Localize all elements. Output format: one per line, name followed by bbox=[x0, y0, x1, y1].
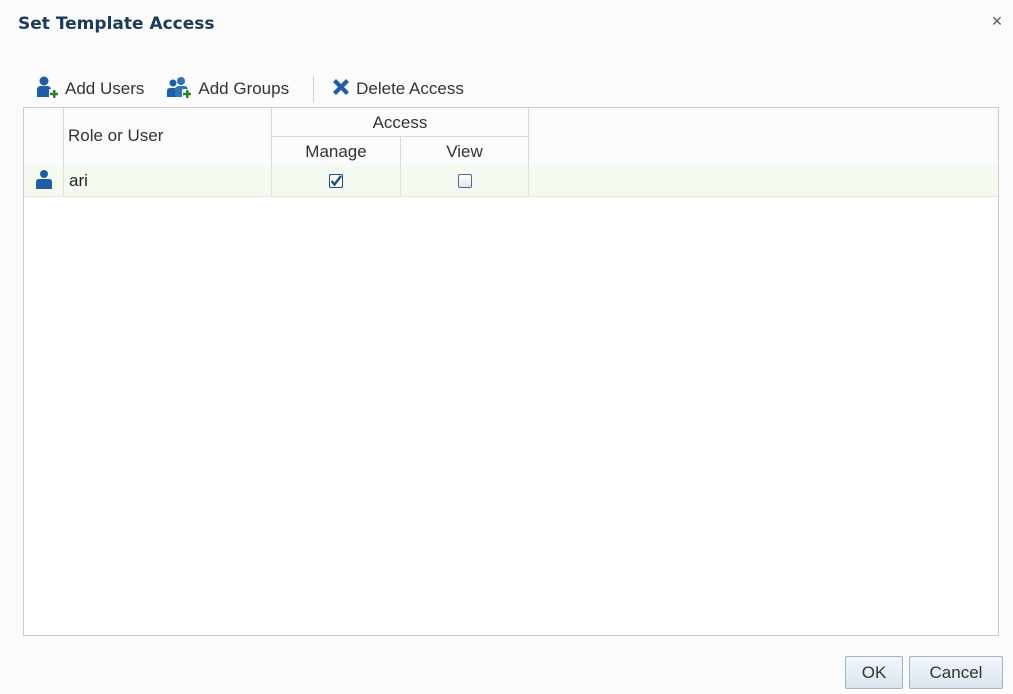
add-groups-label: Add Groups bbox=[198, 79, 290, 98]
row-view-cell bbox=[401, 166, 529, 196]
add-users-label: Add Users bbox=[65, 79, 145, 98]
view-checkbox[interactable] bbox=[457, 174, 472, 188]
add-users-button[interactable]: Add Users bbox=[35, 75, 144, 104]
header-manage[interactable]: Manage bbox=[272, 137, 401, 166]
header-icon-column bbox=[24, 108, 64, 166]
header-role-or-user[interactable]: Role or User bbox=[64, 108, 272, 166]
cancel-button[interactable]: Cancel bbox=[909, 656, 1003, 689]
table-header: Role or User Access Manage View bbox=[24, 108, 998, 167]
access-table: Role or User Access Manage View ari bbox=[23, 107, 999, 636]
row-type-cell bbox=[24, 166, 64, 196]
ok-button[interactable]: OK bbox=[845, 656, 903, 689]
add-user-icon bbox=[35, 75, 61, 104]
table-row[interactable]: ari bbox=[24, 166, 998, 197]
delete-access-label: Delete Access bbox=[356, 79, 464, 98]
row-manage-cell bbox=[272, 166, 401, 196]
set-template-access-dialog: Set Template Access × Add Users Add Grou… bbox=[0, 0, 1013, 694]
toolbar: Add Users Add Groups Delete Access bbox=[35, 76, 464, 102]
user-icon bbox=[35, 169, 53, 194]
toolbar-separator bbox=[313, 76, 315, 102]
header-access: Access bbox=[272, 108, 529, 137]
dialog-title: Set Template Access bbox=[18, 14, 215, 34]
delete-access-button[interactable]: Delete Access bbox=[330, 76, 464, 103]
manage-checkbox[interactable] bbox=[329, 174, 343, 188]
header-view[interactable]: View bbox=[401, 137, 529, 166]
close-icon[interactable]: × bbox=[988, 12, 1006, 30]
delete-x-icon bbox=[330, 76, 352, 103]
row-name: ari bbox=[64, 166, 272, 196]
add-groups-button[interactable]: Add Groups bbox=[166, 75, 289, 104]
add-group-icon bbox=[166, 75, 194, 104]
